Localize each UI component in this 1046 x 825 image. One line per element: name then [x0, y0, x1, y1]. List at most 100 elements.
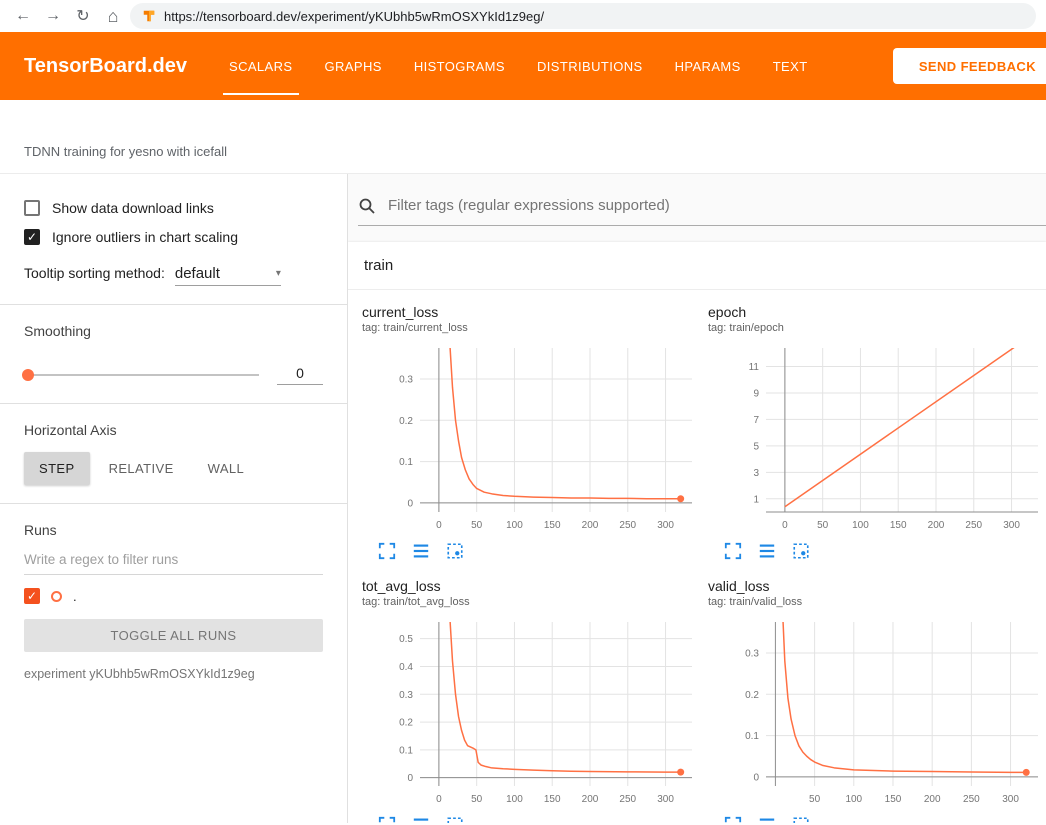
expand-chart-icon[interactable]: [378, 542, 396, 560]
smoothing-slider-thumb[interactable]: [22, 369, 34, 381]
axis-wall-button[interactable]: WALL: [193, 452, 260, 485]
svg-text:0.5: 0.5: [399, 634, 413, 645]
toggle-y-axis-icon[interactable]: [412, 542, 430, 560]
chevron-down-icon: ▾: [276, 268, 281, 279]
svg-text:0: 0: [407, 498, 413, 509]
smoothing-value[interactable]: 0: [277, 365, 323, 385]
line-chart[interactable]: 0501001502002503001357911: [708, 340, 1044, 538]
tab-text[interactable]: TEXT: [757, 32, 824, 100]
run-checkbox[interactable]: ✓: [24, 588, 40, 604]
site-favicon-icon: [142, 9, 156, 23]
back-icon[interactable]: ←: [10, 7, 36, 25]
svg-text:50: 50: [809, 794, 821, 805]
tag-group-card: train current_loss tag: train/current_lo…: [348, 242, 1046, 823]
svg-text:0.1: 0.1: [399, 745, 413, 756]
svg-text:300: 300: [657, 520, 674, 531]
line-chart[interactable]: 5010015020025030000.10.20.3: [708, 614, 1044, 812]
refresh-icon[interactable]: ↻: [70, 6, 96, 26]
tab-graphs[interactable]: GRAPHS: [309, 32, 398, 100]
fit-domain-icon[interactable]: [446, 542, 464, 560]
tab-distributions[interactable]: DISTRIBUTIONS: [521, 32, 659, 100]
svg-text:250: 250: [963, 794, 980, 805]
chart-title: valid_loss: [708, 578, 1044, 594]
toggle-y-axis-icon[interactable]: [758, 816, 776, 823]
scalars-dashboard: train current_loss tag: train/current_lo…: [348, 174, 1046, 823]
app-header: TensorBoard.dev SCALARS GRAPHS HISTOGRAM…: [0, 32, 1046, 100]
svg-text:300: 300: [657, 794, 674, 805]
svg-text:0.1: 0.1: [399, 457, 413, 468]
forward-icon[interactable]: →: [40, 7, 66, 25]
svg-text:0: 0: [407, 773, 413, 784]
tooltip-sorting-label: Tooltip sorting method:: [24, 265, 165, 281]
runs-filter-input[interactable]: [24, 544, 323, 575]
svg-text:300: 300: [1003, 520, 1020, 531]
chart-title: epoch: [708, 304, 1044, 320]
svg-text:0: 0: [782, 520, 788, 531]
svg-text:250: 250: [619, 794, 636, 805]
tooltip-sorting-dropdown[interactable]: default ▾: [175, 265, 281, 286]
svg-text:0.2: 0.2: [399, 718, 413, 729]
tab-hparams[interactable]: HPARAMS: [659, 32, 757, 100]
experiment-id: experiment yKUbhb5wRmOSXYkId1z9eg: [24, 667, 323, 681]
filter-tags-input[interactable]: [386, 196, 1046, 215]
svg-text:150: 150: [885, 794, 902, 805]
run-color-swatch-icon: [51, 591, 62, 602]
expand-chart-icon[interactable]: [724, 816, 742, 823]
run-name: .: [73, 589, 77, 604]
svg-text:0.2: 0.2: [399, 416, 413, 427]
tab-histograms[interactable]: HISTOGRAMS: [398, 32, 521, 100]
svg-text:100: 100: [506, 520, 523, 531]
svg-text:0.3: 0.3: [745, 648, 759, 659]
chart-epoch: epoch tag: train/epoch 05010015020025030…: [708, 304, 1044, 560]
toggle-all-runs-button[interactable]: TOGGLE ALL RUNS: [24, 619, 323, 652]
horizontal-axis-label: Horizontal Axis: [24, 422, 323, 438]
svg-text:50: 50: [471, 794, 483, 805]
svg-text:5: 5: [753, 441, 759, 452]
axis-step-button[interactable]: STEP: [24, 452, 90, 485]
show-download-links-checkbox[interactable]: [24, 200, 40, 216]
svg-text:1: 1: [753, 494, 759, 505]
fit-domain-icon[interactable]: [792, 816, 810, 823]
fit-domain-icon[interactable]: [792, 542, 810, 560]
expand-chart-icon[interactable]: [724, 542, 742, 560]
chart-title: current_loss: [362, 304, 698, 320]
fit-domain-icon[interactable]: [446, 816, 464, 823]
svg-text:9: 9: [753, 388, 759, 399]
toggle-y-axis-icon[interactable]: [758, 542, 776, 560]
svg-text:100: 100: [852, 520, 869, 531]
address-bar[interactable]: https://tensorboard.dev/experiment/yKUbh…: [130, 3, 1036, 29]
svg-text:200: 200: [924, 794, 941, 805]
ignore-outliers-checkbox[interactable]: ✓: [24, 229, 40, 245]
chart-tot-avg-loss: tot_avg_loss tag: train/tot_avg_loss 0 50…: [362, 578, 698, 823]
chart-tag: tag: train/tot_avg_loss: [362, 596, 698, 608]
runs-label: Runs: [24, 522, 323, 538]
svg-text:0.3: 0.3: [399, 690, 413, 701]
svg-text:0: 0: [436, 520, 442, 531]
home-icon[interactable]: ⌂: [100, 6, 126, 27]
browser-toolbar: ← → ↻ ⌂ https://tensorboard.dev/experime…: [0, 0, 1046, 32]
line-chart[interactable]: 05010015020025030000.10.20.3: [362, 340, 698, 538]
app-logo[interactable]: TensorBoard.dev: [24, 55, 187, 78]
expand-chart-icon[interactable]: [378, 816, 396, 823]
svg-text:0.1: 0.1: [745, 731, 759, 742]
chart-tag: tag: train/valid_loss: [708, 596, 1044, 608]
axis-relative-button[interactable]: RELATIVE: [94, 452, 189, 485]
svg-text:150: 150: [544, 520, 561, 531]
tag-group-header[interactable]: train: [348, 242, 1046, 290]
svg-text:0.3: 0.3: [399, 374, 413, 385]
chart-title: tot_avg_loss: [362, 578, 698, 594]
tab-scalars[interactable]: SCALARS: [213, 32, 309, 100]
charts-grid: current_loss tag: train/current_loss 050…: [348, 290, 1046, 823]
send-feedback-button[interactable]: SEND FEEDBACK: [893, 48, 1046, 84]
toggle-y-axis-icon[interactable]: [412, 816, 430, 823]
divider: [0, 403, 347, 404]
svg-text:150: 150: [544, 794, 561, 805]
tooltip-sorting-value: default: [175, 265, 220, 282]
smoothing-slider[interactable]: [24, 374, 259, 376]
line-chart[interactable]: 05010015020025030000.10.20.30.40.5: [362, 614, 698, 812]
divider: [0, 503, 347, 504]
svg-text:3: 3: [753, 468, 759, 479]
svg-text:50: 50: [817, 520, 829, 531]
svg-text:0: 0: [753, 772, 759, 783]
svg-text:50: 50: [471, 520, 483, 531]
